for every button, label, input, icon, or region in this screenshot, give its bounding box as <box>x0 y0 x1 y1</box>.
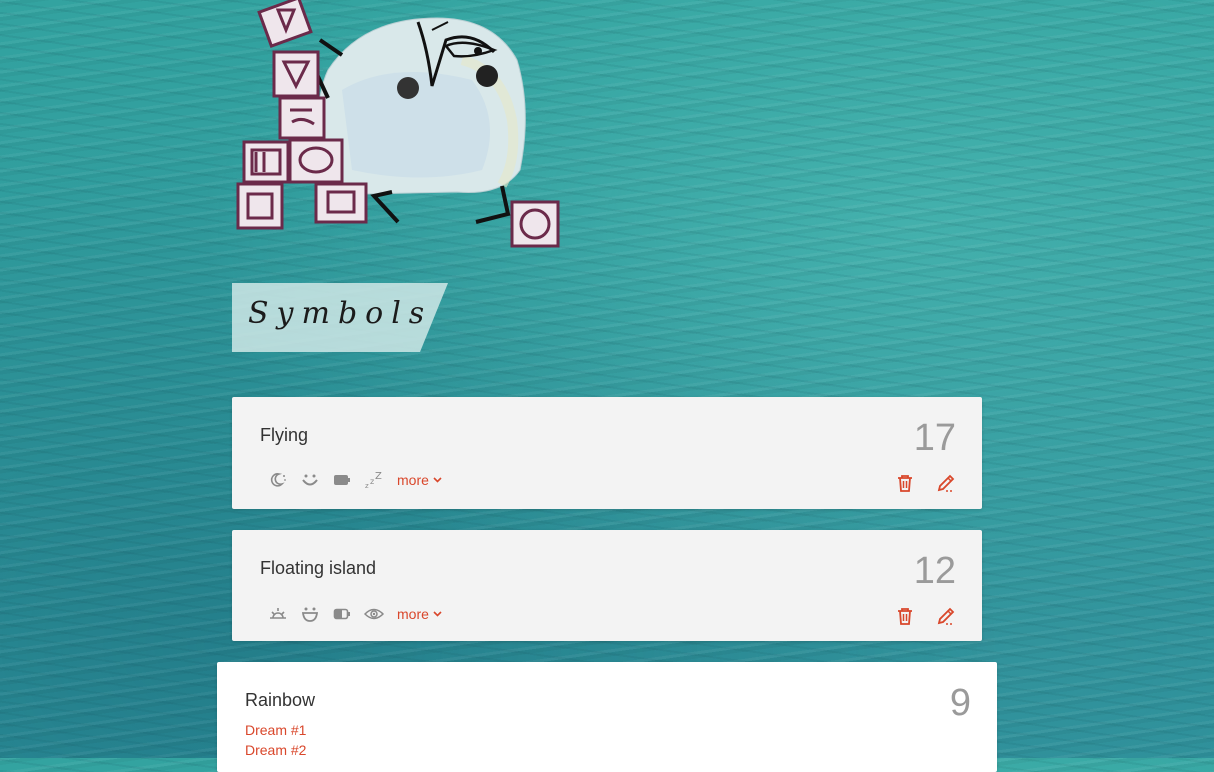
pencil-icon <box>937 607 955 625</box>
dream-link[interactable]: Dream #1 <box>245 722 306 738</box>
chevron-down-icon <box>433 477 442 483</box>
dream-link[interactable]: Dream #2 <box>245 742 306 758</box>
more-label: more <box>397 472 429 488</box>
trash-icon <box>898 608 912 625</box>
grin-icon <box>294 604 326 624</box>
edit-button[interactable] <box>936 473 956 498</box>
eye-icon <box>358 604 390 624</box>
symbol-count: 9 <box>949 682 971 724</box>
chevron-down-icon <box>433 611 442 617</box>
symbol-title[interactable]: Flying <box>260 425 308 446</box>
section-label: Symbols <box>248 296 433 331</box>
more-dropdown[interactable]: more <box>397 606 442 622</box>
moon-stars-icon <box>262 470 294 490</box>
symbol-card-expanded[interactable]: Rainbow 9 Dream #1 Dream #2 <box>217 662 997 772</box>
sleep-zzz-icon: zzZ <box>358 470 390 490</box>
edit-button[interactable] <box>936 606 956 631</box>
symbol-count: 17 <box>913 417 956 459</box>
symbol-card[interactable]: Flying 17 zzZ more <box>232 397 982 509</box>
more-label: more <box>397 606 429 622</box>
delete-button[interactable] <box>896 606 914 631</box>
battery-full-icon <box>326 470 358 490</box>
svg-text:Z: Z <box>375 471 382 482</box>
symbol-title[interactable]: Rainbow <box>245 690 315 711</box>
svg-text:z: z <box>370 477 374 486</box>
pencil-icon <box>937 474 955 492</box>
hero-illustration <box>236 0 560 248</box>
more-dropdown[interactable]: more <box>397 472 442 488</box>
sunrise-icon <box>262 604 294 624</box>
symbol-card[interactable]: Floating island 12 more <box>232 530 982 641</box>
symbol-count: 12 <box>913 550 956 592</box>
delete-button[interactable] <box>896 473 914 498</box>
symbol-title[interactable]: Floating island <box>260 558 376 579</box>
trash-icon <box>898 475 912 492</box>
battery-half-icon <box>326 604 358 624</box>
smile-icon <box>294 470 326 490</box>
svg-text:z: z <box>365 482 369 490</box>
